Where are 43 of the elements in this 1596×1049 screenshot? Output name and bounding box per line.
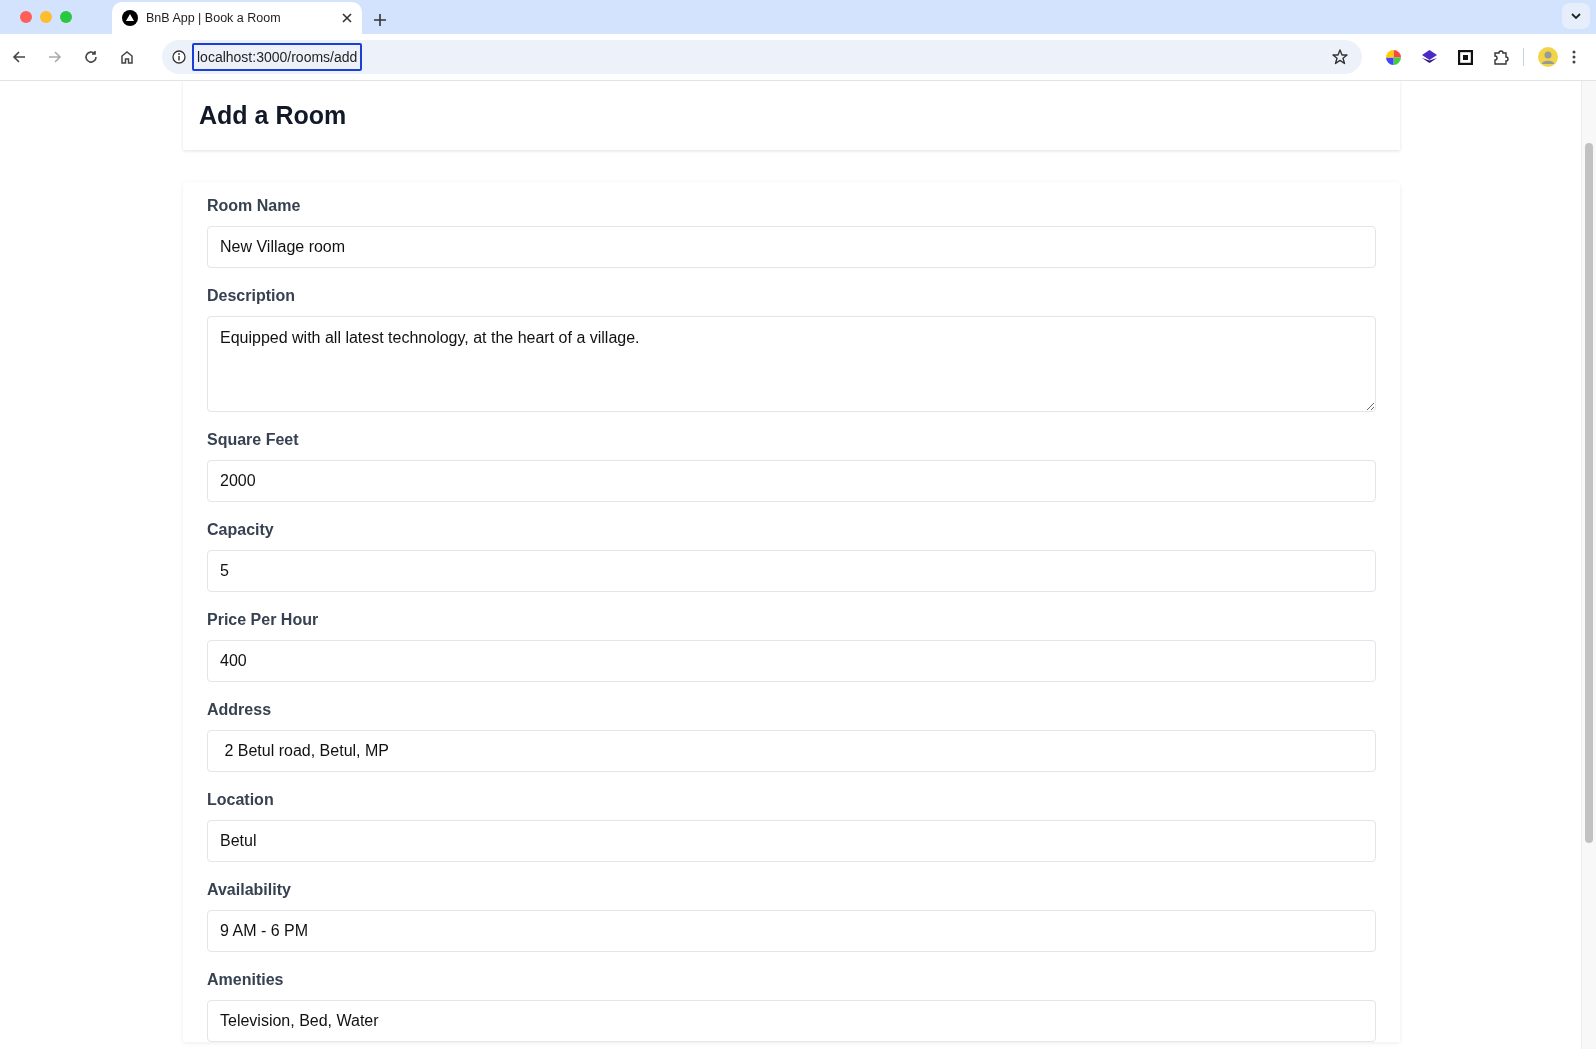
text-input-field[interactable]: 5 — [207, 550, 1376, 592]
menu-icon[interactable] — [1572, 50, 1576, 64]
field-label: Square Feet — [207, 430, 300, 450]
color-wheel-icon[interactable] — [1386, 49, 1401, 65]
avatar-icon[interactable] — [1538, 47, 1558, 67]
page-title: Add a Room — [199, 101, 347, 130]
info-icon[interactable] — [172, 50, 186, 64]
tab-title: BnB App | Book a Room — [146, 11, 282, 25]
field-label: Price Per Hour — [207, 610, 320, 630]
close-window-dot[interactable] — [20, 11, 32, 23]
puzzle-piece-icon[interactable] — [1493, 49, 1509, 65]
close-icon[interactable] — [342, 13, 352, 23]
text-input-field[interactable]: 2 Betul road, Betul, MP — [207, 730, 1376, 772]
text-area-field[interactable]: Equipped with all latest technology, at the heart of a village. — [207, 316, 1376, 412]
home-icon[interactable] — [120, 50, 134, 64]
text-input-field[interactable]: 400 — [207, 640, 1376, 682]
text-input-field[interactable]: 2000 — [207, 460, 1376, 502]
field-label: Amenities — [207, 970, 285, 990]
text-input-field[interactable]: New Village room — [207, 226, 1376, 268]
maximize-window-dot[interactable] — [60, 11, 72, 23]
field-label: Location — [207, 790, 275, 810]
minimize-window-dot[interactable] — [40, 11, 52, 23]
back-icon[interactable] — [12, 50, 26, 64]
url-text[interactable]: localhost:3000/rooms/add — [192, 43, 363, 71]
triangle-logo-icon — [122, 10, 138, 26]
text-input-field[interactable]: Betul — [207, 820, 1376, 862]
text-input-field[interactable]: Television, Bed, Water — [207, 1000, 1376, 1042]
browser-tab[interactable]: BnB App | Book a Room — [112, 2, 362, 34]
layers-icon[interactable] — [1421, 49, 1438, 65]
reload-icon[interactable] — [84, 50, 98, 64]
field-label: Address — [207, 700, 273, 720]
scrollbar-thumb[interactable] — [1585, 143, 1593, 843]
address-bar[interactable]: localhost:3000/rooms/add — [162, 40, 1362, 74]
field-label: Capacity — [207, 520, 275, 540]
tab-list-button[interactable] — [1562, 3, 1590, 29]
square-frame-icon[interactable] — [1458, 49, 1473, 65]
field-label: Description — [207, 286, 296, 306]
field-label: Availability — [207, 880, 292, 900]
star-icon[interactable] — [1332, 49, 1348, 65]
text-input-field[interactable]: 9 AM - 6 PM — [207, 910, 1376, 952]
chevron-down-icon[interactable] — [1571, 13, 1581, 19]
field-label: Room Name — [207, 196, 302, 216]
new-tab-icon[interactable] — [374, 14, 386, 26]
